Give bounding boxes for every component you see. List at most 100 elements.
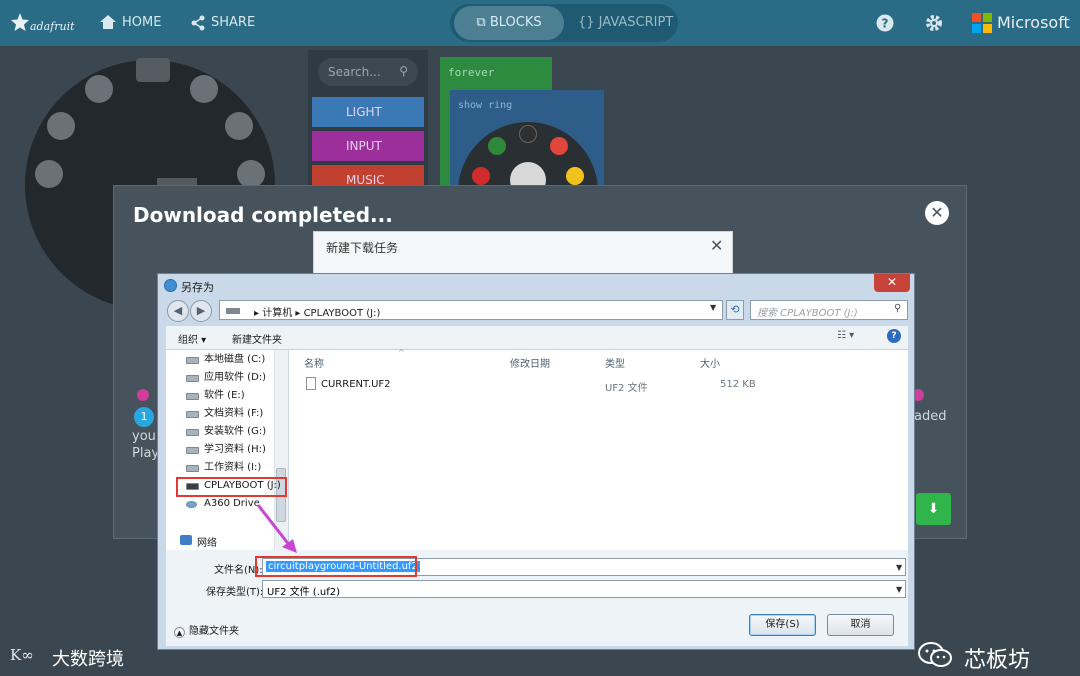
toolbox-search-input[interactable]: Search... ⚲	[318, 58, 418, 86]
forever-block-label: forever	[448, 66, 495, 79]
share-button[interactable]: SHARE	[211, 15, 255, 30]
home-icon	[100, 15, 116, 29]
folder-search-input[interactable]: 搜索 CPLAYBOOT (J:)	[750, 300, 908, 320]
address-bar[interactable]: ▸ 计算机 ▸ CPLAYBOOT (J:)	[219, 300, 723, 320]
file-type: UF2 文件	[605, 383, 648, 394]
sidebar-item-drive-c[interactable]: 本地磁盘 (C:)	[186, 352, 265, 368]
category-input[interactable]: INPUT	[312, 131, 424, 161]
sidebar-item-label: 工作资料 (I:)	[204, 462, 262, 473]
dialog-app-icon	[164, 279, 177, 292]
drive-icon	[226, 308, 240, 314]
category-light[interactable]: LIGHT	[312, 97, 424, 127]
drive-icon	[186, 465, 199, 472]
sidebar-item-drive-e[interactable]: 软件 (E:)	[186, 388, 245, 404]
organize-menu[interactable]: 组织 ▾	[178, 331, 206, 346]
arrow-right-icon: ▶	[196, 304, 206, 317]
tab-blocks[interactable]: ⧉ BLOCKS	[454, 6, 564, 40]
sort-indicator-icon: ^	[398, 348, 405, 357]
annotation-highlight-filename	[255, 556, 417, 577]
tab-javascript[interactable]: {} JAVASCRIPT	[578, 15, 673, 30]
step-number-badge: 1	[134, 407, 154, 427]
puzzle-icon: ⧉	[476, 15, 490, 30]
sidebar-item-label: 文档资料 (F:)	[204, 408, 264, 419]
top-bar: adafruit HOME SHARE ⧉ BLOCKS {} JAVASCRI…	[0, 0, 1080, 46]
chevron-down-icon[interactable]: ▼	[710, 303, 716, 312]
sidebar-item-label: 软件 (E:)	[204, 390, 245, 401]
help-icon[interactable]: ?	[887, 329, 901, 343]
download-button[interactable]: ⬇	[916, 493, 951, 525]
search-icon: ⚲	[399, 64, 408, 78]
save-button[interactable]: 保存(S)	[749, 614, 816, 636]
column-header-type[interactable]: 类型	[605, 355, 625, 370]
watermark-right-text: 芯板坊	[964, 648, 1031, 673]
filetype-select[interactable]: UF2 文件 (.uf2)	[262, 580, 906, 598]
microsoft-logo-icon	[972, 13, 992, 33]
sidebar-item-label: 安装软件 (G:)	[204, 426, 267, 437]
sidebar-item-drive-g[interactable]: 安装软件 (G:)	[186, 424, 266, 440]
file-icon	[306, 377, 316, 390]
drive-icon	[186, 357, 199, 364]
sidebar-item-label: A360 Drive	[204, 498, 260, 509]
sidebar-item-label: 学习资料 (H:)	[204, 444, 266, 455]
wechat-icon	[918, 642, 952, 667]
drive-icon	[186, 447, 199, 454]
cancel-button[interactable]: 取消	[827, 614, 894, 636]
sidebar-item-drive-d[interactable]: 应用软件 (D:)	[186, 370, 266, 386]
file-size: 512 KB	[720, 379, 756, 390]
new-folder-button[interactable]: 新建文件夹	[232, 331, 282, 346]
status-dot	[137, 389, 149, 401]
cloud-drive-icon	[186, 501, 197, 508]
category-music[interactable]: MUSIC	[312, 165, 424, 187]
refresh-button[interactable]: ⟲	[726, 300, 744, 320]
adafruit-logo-icon[interactable]	[10, 12, 30, 32]
sidebar-item-drive-h[interactable]: 学习资料 (H:)	[186, 442, 266, 458]
toolbox-search-placeholder: Search...	[328, 65, 381, 79]
sidebar-item-network[interactable]: 网络	[197, 534, 217, 549]
chevron-down-icon[interactable]: ▼	[896, 585, 902, 594]
drive-icon	[186, 411, 199, 418]
sidebar-item-drive-i[interactable]: 工作资料 (I:)	[186, 460, 261, 476]
category-light-label: LIGHT	[346, 105, 382, 119]
chevron-down-icon[interactable]: ▼	[896, 563, 902, 572]
show-ring-block-label: show ring	[458, 100, 513, 111]
instruction-text-right: aded	[914, 409, 947, 424]
address-path: ▸ 计算机 ▸ CPLAYBOOT (J:)	[254, 308, 381, 319]
chevron-up-icon: ▲	[174, 627, 185, 638]
refresh-icon: ⟲	[730, 303, 740, 316]
gear-icon[interactable]	[925, 14, 943, 32]
filetype-label: 保存类型(T):	[206, 587, 264, 598]
brand-logo-text[interactable]: adafruit	[30, 20, 75, 33]
category-input-label: INPUT	[346, 139, 382, 153]
drive-icon	[186, 375, 199, 382]
search-icon: ⚲	[894, 303, 902, 314]
forward-button[interactable]: ▶	[190, 300, 212, 322]
svg-text:?: ?	[882, 17, 889, 31]
dialog-title: Download completed...	[133, 203, 393, 227]
sidebar-item-label: 应用软件 (D:)	[204, 372, 267, 383]
arrow-left-icon: ◀	[173, 304, 183, 317]
close-icon[interactable]: ✕	[710, 236, 723, 255]
sidebar-item-a360-drive[interactable]: A360 Drive	[186, 496, 260, 512]
help-icon[interactable]: ?	[876, 14, 894, 32]
close-icon[interactable]: ✕	[925, 201, 949, 225]
annotation-highlight-drive	[176, 477, 287, 497]
hide-folders-label: 隐藏文件夹	[189, 626, 239, 637]
view-options-icon[interactable]: ☷ ▾	[837, 330, 854, 341]
hide-folders-toggle[interactable]: ▲ 隐藏文件夹	[174, 622, 239, 638]
save-as-title: 另存为	[181, 281, 214, 294]
network-icon	[180, 535, 192, 545]
file-name[interactable]: CURRENT.UF2	[321, 379, 391, 390]
tab-blocks-label: BLOCKS	[489, 15, 542, 30]
column-header-modified[interactable]: 修改日期	[510, 355, 550, 370]
sidebar-item-drive-f[interactable]: 文档资料 (F:)	[186, 406, 263, 422]
close-button[interactable]: ✕	[874, 274, 910, 292]
new-download-title: 新建下载任务	[326, 241, 399, 255]
column-header-size[interactable]: 大小	[700, 355, 720, 370]
sidebar-item-label: 本地磁盘 (C:)	[204, 354, 266, 365]
share-icon	[191, 15, 205, 31]
back-button[interactable]: ◀	[167, 300, 189, 322]
column-header-name[interactable]: 名称	[304, 355, 324, 370]
microsoft-label[interactable]: Microsoft	[997, 13, 1070, 32]
instruction-text-line2: Play	[132, 446, 160, 461]
home-button[interactable]: HOME	[122, 15, 161, 30]
